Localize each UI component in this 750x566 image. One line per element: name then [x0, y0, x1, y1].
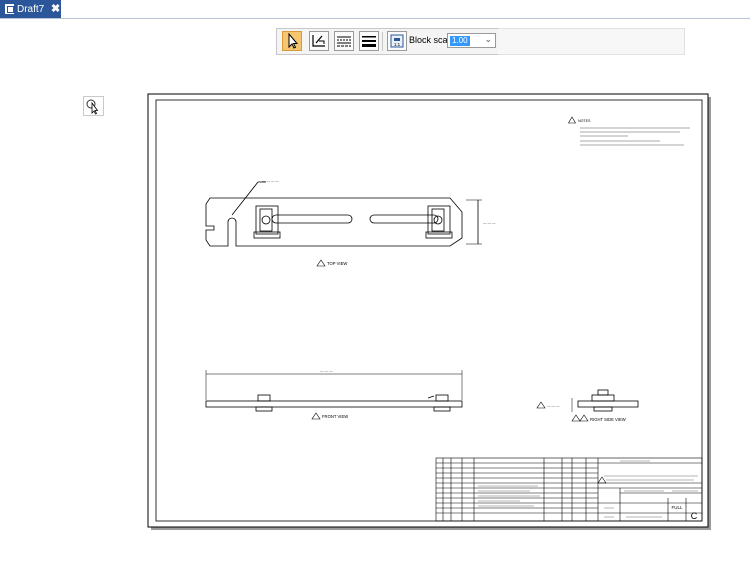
- svg-text:— — — —: — — — —: [262, 179, 279, 183]
- right-side-view-caption: RIGHT SIDE VIEW: [590, 417, 626, 422]
- svg-text:— — —: — — —: [320, 369, 333, 373]
- title-block-revision: C: [691, 511, 698, 521]
- top-view-caption: TOP VIEW: [327, 261, 347, 266]
- svg-text:— — —: — — —: [483, 221, 496, 225]
- front-view-caption: FRONT VIEW: [322, 414, 348, 419]
- svg-text:— — —: — — —: [547, 404, 560, 408]
- drawing-canvas[interactable]: NOTES — — — — — — — TOP VIEW — — — FRONT…: [0, 0, 750, 566]
- notes-title: NOTES: [578, 119, 591, 123]
- drawing-sheet: [147, 93, 709, 528]
- title-block-scale: FULL: [671, 505, 683, 510]
